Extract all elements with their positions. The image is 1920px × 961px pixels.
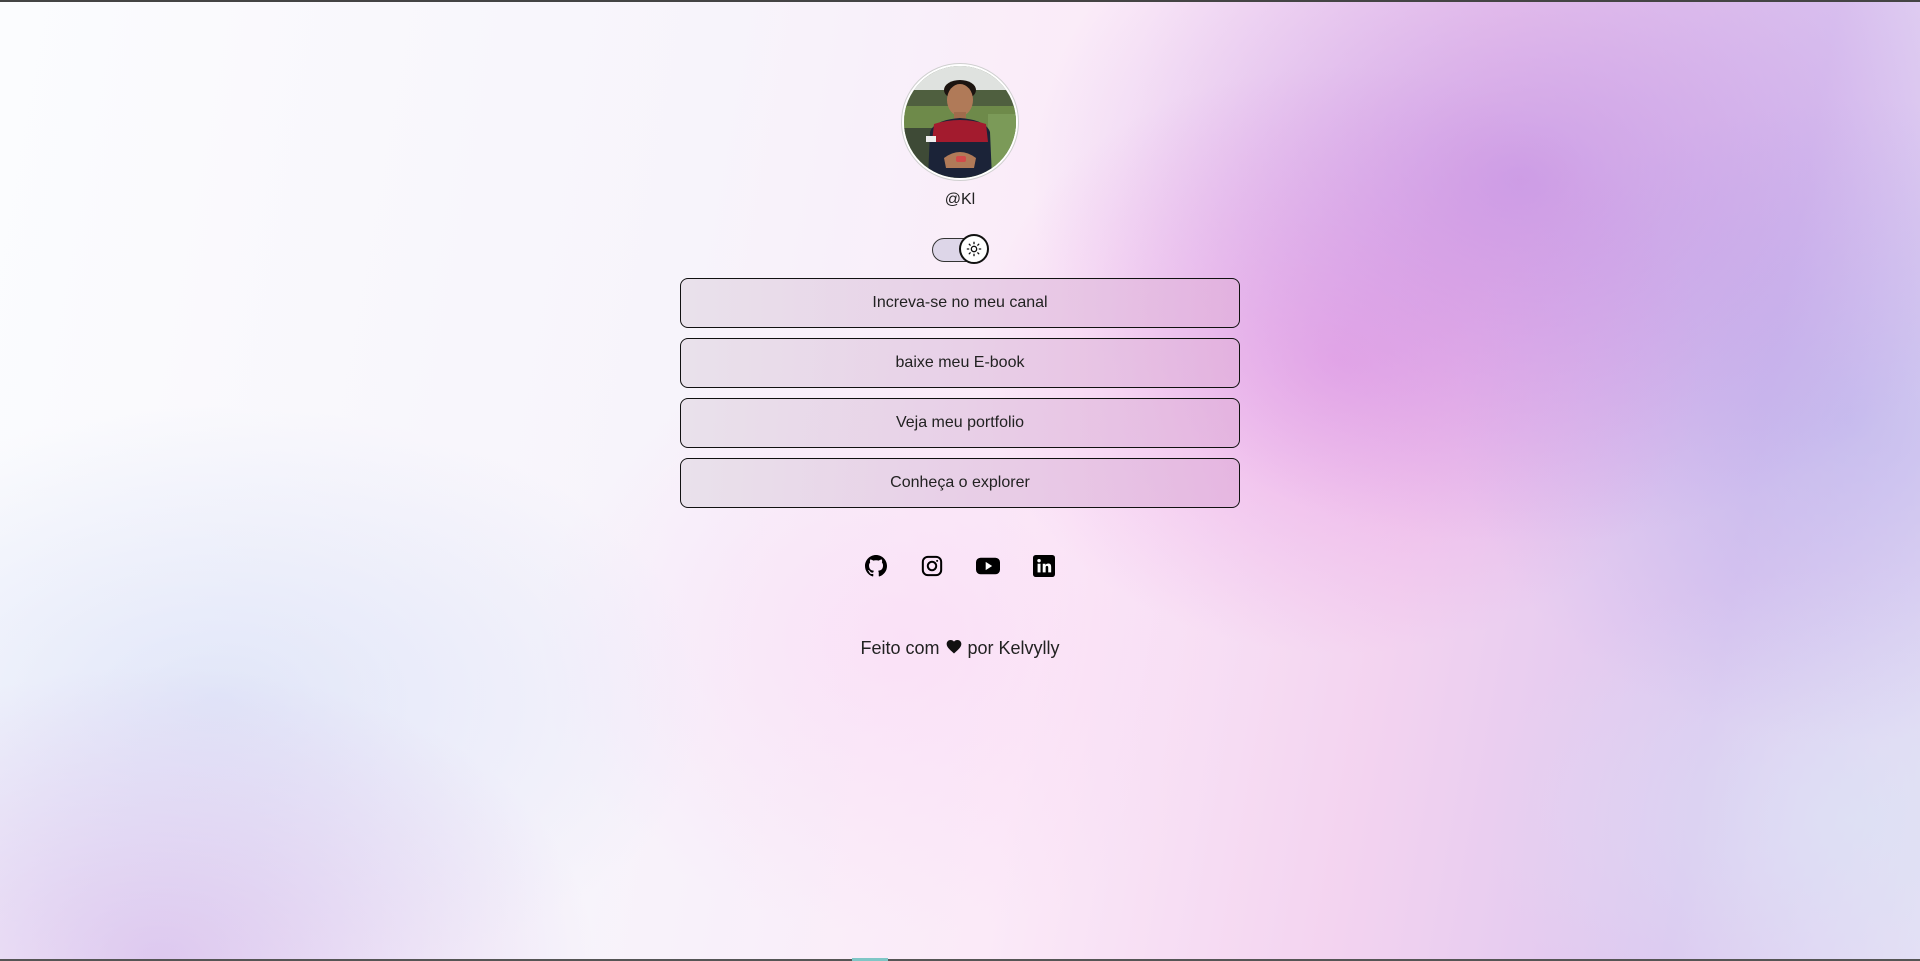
youtube-link[interactable] bbox=[976, 554, 1000, 578]
github-link[interactable] bbox=[864, 554, 888, 578]
theme-toggle-switch[interactable] bbox=[932, 234, 989, 264]
list-item: Increva-se no meu canal bbox=[680, 278, 1240, 328]
link-button-portfolio[interactable]: Veja meu portfolio bbox=[680, 398, 1240, 448]
instagram-link[interactable] bbox=[920, 554, 944, 578]
footer-credit: Feito com por Kelvylly bbox=[860, 638, 1059, 659]
social-links bbox=[864, 554, 1056, 578]
avatar-photo bbox=[904, 66, 1016, 178]
sun-icon bbox=[966, 241, 982, 257]
link-button-subscribe-channel[interactable]: Increva-se no meu canal bbox=[680, 278, 1240, 328]
list-item: Conheça o explorer bbox=[680, 458, 1240, 508]
footer-suffix: por Kelvylly bbox=[967, 638, 1060, 658]
heart-icon bbox=[946, 639, 962, 654]
profile-handle: @Kl bbox=[944, 191, 976, 208]
theme-toggle-knob[interactable] bbox=[959, 234, 989, 264]
list-item: Veja meu portfolio bbox=[680, 398, 1240, 448]
linkedin-link[interactable] bbox=[1032, 554, 1056, 578]
footer-prefix: Feito com bbox=[860, 638, 940, 658]
profile-card: @Kl Increva-se no meu canal baixe meu E-… bbox=[680, 64, 1240, 659]
youtube-icon bbox=[976, 557, 1000, 575]
link-button-explorer[interactable]: Conheça o explorer bbox=[680, 458, 1240, 508]
links-list: Increva-se no meu canal baixe meu E-book… bbox=[680, 278, 1240, 518]
window-top-border bbox=[0, 0, 1920, 2]
github-icon bbox=[865, 555, 887, 577]
avatar bbox=[902, 64, 1018, 180]
list-item: baixe meu E-book bbox=[680, 338, 1240, 388]
instagram-icon bbox=[921, 555, 943, 577]
linkedin-icon bbox=[1033, 555, 1055, 577]
link-button-download-ebook[interactable]: baixe meu E-book bbox=[680, 338, 1240, 388]
